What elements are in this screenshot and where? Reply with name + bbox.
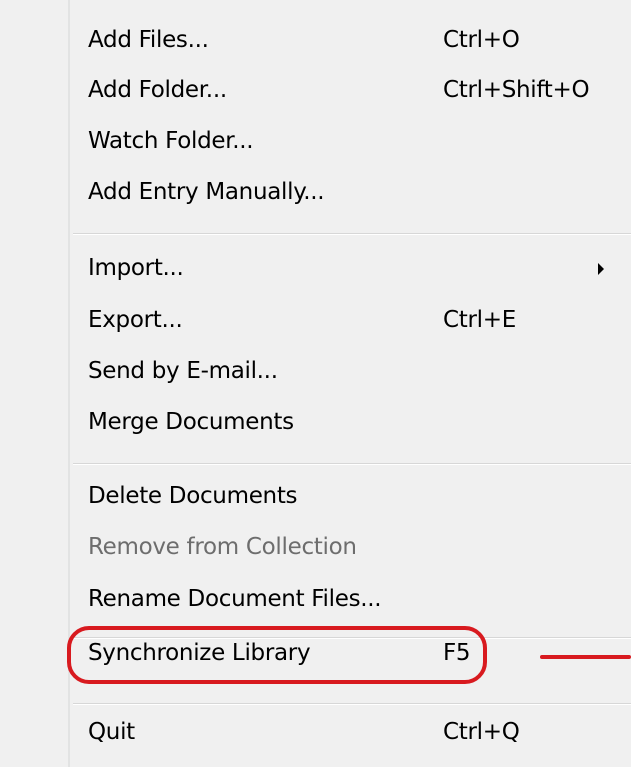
- menu-item-label: Rename Document Files...: [88, 586, 382, 612]
- menu-item-label: Add Entry Manually...: [88, 179, 325, 205]
- menu-item-label: Import...: [88, 255, 184, 281]
- menu-item-shortcut: Ctrl+Q: [443, 719, 520, 745]
- menu-item-label: Watch Folder...: [88, 128, 254, 154]
- menu-item-label: Add Folder...: [88, 77, 227, 103]
- menu-item-add-entry-manually[interactable]: Add Entry Manually...: [0, 172, 631, 216]
- menu-item-add-files[interactable]: Add Files... Ctrl+O: [0, 20, 631, 64]
- menu-item-label: Export...: [88, 307, 183, 333]
- menu-item-label: Remove from Collection: [88, 534, 357, 560]
- menu-item-watch-folder[interactable]: Watch Folder...: [0, 121, 631, 165]
- menu-item-label: Add Files...: [88, 27, 209, 53]
- menu-item-shortcut: Ctrl+Shift+O: [443, 77, 590, 103]
- menu-item-delete-documents[interactable]: Delete Documents: [0, 476, 631, 520]
- red-pointer-arrow: [540, 655, 631, 659]
- menu-item-merge-documents[interactable]: Merge Documents: [0, 402, 631, 446]
- menu-item-label: Merge Documents: [88, 409, 294, 435]
- menu-item-label: Delete Documents: [88, 483, 298, 509]
- menu-item-label: Send by E-mail...: [88, 358, 278, 384]
- menu-item-shortcut: Ctrl+E: [443, 307, 516, 333]
- menu-item-label: Quit: [88, 719, 135, 745]
- menu-separator: [73, 703, 631, 705]
- menu-item-send-by-email[interactable]: Send by E-mail...: [0, 351, 631, 395]
- menu-separator: [73, 463, 631, 465]
- menu-item-add-folder[interactable]: Add Folder... Ctrl+Shift+O: [0, 70, 631, 114]
- menu-item-shortcut: Ctrl+O: [443, 27, 520, 53]
- menu-item-export[interactable]: Export... Ctrl+E: [0, 300, 631, 344]
- menu-item-quit[interactable]: Quit Ctrl+Q: [0, 712, 631, 756]
- menu-item-remove-from-collection: Remove from Collection: [0, 527, 631, 571]
- menu-item-rename-document-files[interactable]: Rename Document Files...: [0, 579, 631, 623]
- menu-item-import[interactable]: Import...: [0, 248, 631, 292]
- file-menu: Add Files... Ctrl+O Add Folder... Ctrl+S…: [0, 0, 631, 767]
- chevron-right-icon: [598, 263, 604, 275]
- menu-separator: [73, 233, 631, 235]
- red-highlight-ring: [67, 626, 487, 684]
